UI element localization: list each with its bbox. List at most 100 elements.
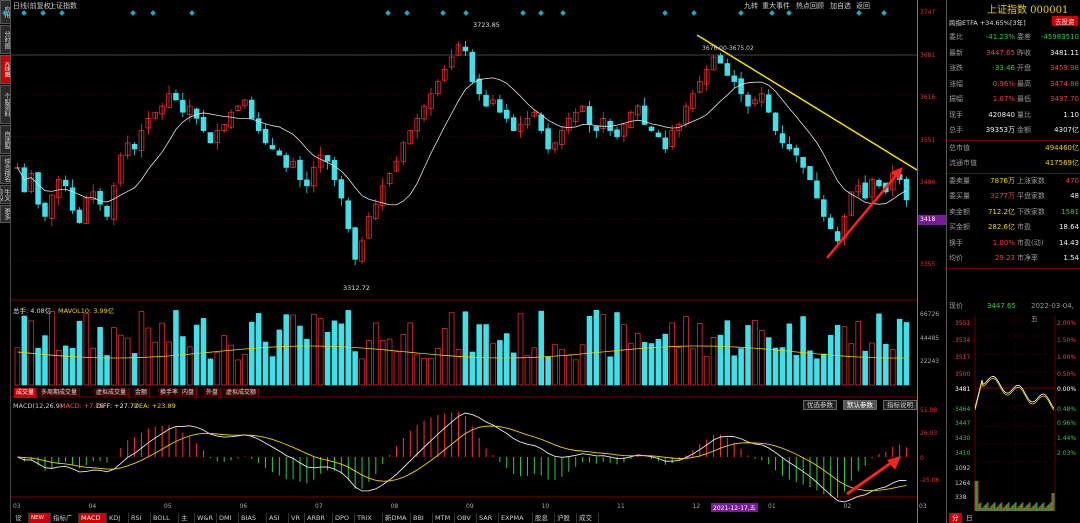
indicator-tab-11[interactable]: ASI: [267, 513, 289, 523]
indicator-tab-14[interactable]: DPO: [333, 513, 355, 523]
volume-bar: [386, 338, 393, 386]
quote-label: 上涨家数: [1017, 176, 1045, 185]
indicator-tab-10[interactable]: BIAS: [239, 513, 267, 523]
indicator-tab-20[interactable]: SAR: [477, 513, 499, 523]
indicator-tab-12[interactable]: VR: [289, 513, 305, 523]
month-label: 01: [768, 503, 776, 510]
macd-button-1[interactable]: 默认参数: [843, 400, 877, 410]
volume-bar: [221, 335, 227, 386]
volume-bar: [400, 334, 407, 386]
volume-bar: [896, 318, 903, 386]
candle: [200, 117, 207, 131]
volume-tick: 22243: [920, 358, 940, 365]
volume-bar: [248, 321, 255, 386]
candle: [338, 179, 345, 199]
invest-button[interactable]: 去投资: [1052, 16, 1078, 26]
indicator-tab-1[interactable]: NEW: [29, 513, 51, 523]
indicator-tab-22[interactable]: 股息值: [533, 513, 555, 523]
kline-chart[interactable]: [11, 0, 917, 523]
top-menu-item-1[interactable]: 重大事件: [762, 1, 790, 11]
left-tab-5[interactable]: 综合排名: [0, 155, 11, 184]
mini-left-tick: 3500: [955, 371, 971, 378]
top-menu-item-2[interactable]: 热点回顾: [796, 1, 824, 11]
candle: [131, 143, 138, 150]
top-menu-item-3[interactable]: 加自选: [830, 1, 851, 11]
indicator-tab-15[interactable]: TRIX: [355, 513, 383, 523]
indicator-tab-18[interactable]: MTM: [433, 513, 455, 523]
mini-tab-0[interactable]: 分: [949, 513, 962, 523]
quote-value: -45983510: [1040, 33, 1079, 41]
volume-tab-4[interactable]: 换手率: [158, 388, 182, 398]
volume-tab-5[interactable]: 内盘: [180, 388, 198, 398]
indicator-tab-3[interactable]: MACD: [79, 513, 107, 523]
volume-bar: [186, 346, 193, 386]
indicator-tab-19[interactable]: OBV: [455, 513, 477, 523]
volume-bar: [759, 330, 765, 386]
quote-label: 下跌家数: [1017, 207, 1045, 216]
volume-tab-3[interactable]: 金额: [133, 388, 151, 398]
quote-value: 4307亿: [1054, 126, 1079, 134]
month-label: 07: [315, 503, 323, 510]
candle: [545, 128, 551, 150]
volume-bar: [641, 342, 648, 386]
volume-bar: [634, 333, 641, 386]
month-label: 08: [390, 503, 399, 510]
volume-bar: [324, 331, 331, 386]
volume-tab-0[interactable]: 成交量: [14, 388, 38, 398]
volume-bar: [262, 341, 269, 386]
indicator-tab-6[interactable]: BOLL: [151, 513, 179, 523]
top-menu-item-0[interactable]: 九转: [744, 1, 758, 11]
indicator-tab-24[interactable]: 成交率: [577, 513, 599, 523]
volume-bar: [345, 310, 352, 386]
candle: [193, 108, 200, 119]
mini-left-tick: 1264: [955, 480, 971, 487]
volume-tab-6[interactable]: 外盘: [204, 388, 222, 398]
quote-label: 换手: [949, 238, 963, 247]
indicator-tab-7[interactable]: 主力: [179, 513, 195, 523]
indicator-tab-2[interactable]: 指标广场: [51, 513, 79, 523]
volume-tab-2[interactable]: 虚拟成交量: [94, 388, 130, 398]
left-tab-6[interactable]: 牛叉诊股: [0, 185, 11, 204]
indicator-tab-13[interactable]: ARBR: [305, 513, 333, 523]
divider: [947, 139, 1080, 141]
volume-bar: [269, 356, 276, 386]
volume-bar: [814, 358, 820, 386]
candle: [538, 114, 544, 131]
left-tab-3[interactable]: 个股资料: [0, 85, 11, 124]
indicator-tab-9[interactable]: DMI: [217, 513, 239, 523]
macd-button-2[interactable]: 指标说明: [883, 400, 917, 410]
ref-annotation: 3676.00-3675.02: [702, 45, 754, 52]
volume-bar: [407, 322, 414, 386]
quote-label: 市盈: [1017, 223, 1031, 231]
candle: [655, 132, 662, 138]
volume-bar: [545, 357, 551, 386]
macd-button-0[interactable]: 优选参数: [803, 400, 837, 410]
indicator-tab-17[interactable]: BBI: [411, 513, 433, 523]
indicator-tab-0[interactable]: 设置: [13, 513, 29, 523]
volume-bar: [483, 324, 489, 386]
mini-tab-1[interactable]: 日: [963, 513, 976, 523]
left-tab-2[interactable]: K线图: [0, 55, 11, 84]
candle: [248, 99, 255, 119]
left-tab-1[interactable]: 分时图: [0, 25, 11, 54]
quote-label: 总市值: [949, 143, 970, 152]
indicator-tab-21[interactable]: EXPMA: [499, 513, 533, 523]
left-tab-7[interactable]: 更多: [0, 205, 11, 223]
indicator-tab-8[interactable]: W&R: [195, 513, 217, 523]
volume-bar: [393, 351, 400, 386]
macd-tick: 51.88: [920, 407, 938, 414]
candle: [724, 63, 731, 76]
volume-bar: [379, 339, 386, 386]
volume-tab-1[interactable]: 多周期成交量: [39, 388, 81, 398]
volume-tab-7[interactable]: 虚拟成交额: [224, 388, 260, 398]
left-tab-4[interactable]: 自选股: [0, 125, 11, 154]
volume-bar: [628, 343, 634, 386]
mini-right-tick: 0.48%: [1057, 406, 1077, 413]
indicator-tab-5[interactable]: RSI: [129, 513, 151, 523]
indicator-tab-4[interactable]: KDJ: [107, 513, 129, 523]
quote-value: 712.2亿: [987, 207, 1015, 216]
indicator-tab-16[interactable]: 新DMA: [383, 513, 411, 523]
indicator-tab-23[interactable]: 沪股通: [555, 513, 577, 523]
quote-value: 48: [1070, 192, 1079, 200]
volume-bar: [752, 320, 758, 386]
